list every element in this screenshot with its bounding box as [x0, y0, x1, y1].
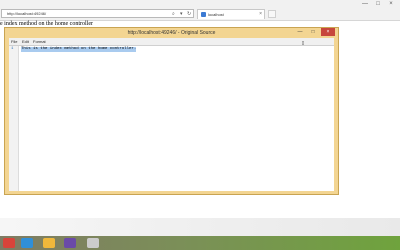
refresh-icon[interactable]: ↻	[187, 10, 191, 18]
tab-title: localhost	[208, 12, 224, 17]
menu-file[interactable]: File	[11, 38, 17, 45]
app-icon[interactable]	[87, 238, 99, 248]
source-close-icon[interactable]: ×	[321, 28, 335, 36]
line-number: 1	[11, 47, 14, 51]
browser-minimize-icon[interactable]: —	[360, 0, 370, 8]
browser-tab[interactable]: localhost ×	[197, 9, 265, 19]
browser-maximize-icon[interactable]: □	[373, 0, 383, 8]
search-icon[interactable]: ⌕	[172, 10, 175, 18]
new-tab-button[interactable]	[268, 10, 276, 18]
tab-close-icon[interactable]: ×	[259, 10, 262, 19]
menu-format[interactable]: Format	[33, 38, 46, 45]
source-menubar: File Edit Format	[9, 38, 334, 45]
page-favicon-icon	[201, 12, 206, 17]
text-cursor-icon: I	[302, 41, 304, 47]
view-source-window: http://localhost:49246/ - Original Sourc…	[4, 27, 339, 195]
source-code-line[interactable]: This is the index method on the home con…	[21, 47, 137, 52]
dropdown-icon[interactable]: ▾	[180, 10, 183, 18]
source-maximize-icon[interactable]: □	[308, 28, 318, 36]
source-window-title: http://localhost:49246/ - Original Sourc…	[127, 30, 216, 36]
browser-close-icon[interactable]: ×	[386, 0, 396, 8]
menu-edit[interactable]: Edit	[22, 38, 29, 45]
desktop-background	[0, 218, 400, 236]
taskbar	[0, 236, 400, 250]
file-explorer-icon[interactable]	[43, 238, 55, 248]
visual-studio-icon[interactable]	[64, 238, 76, 248]
source-minimize-icon[interactable]: —	[295, 28, 305, 36]
address-url[interactable]: http://localhost:49246/	[7, 10, 46, 18]
line-number-gutter: 1	[9, 46, 19, 191]
browser-toolbar: http://localhost:49246/ ⌕ ▾ ↻ localhost …	[0, 0, 400, 21]
address-bar[interactable]: http://localhost:49246/ ⌕ ▾ ↻	[1, 9, 194, 18]
chrome-icon[interactable]	[3, 238, 15, 248]
internet-explorer-icon[interactable]	[21, 238, 33, 248]
source-text-editor[interactable]: 1 This is the index method on the home c…	[9, 45, 334, 191]
